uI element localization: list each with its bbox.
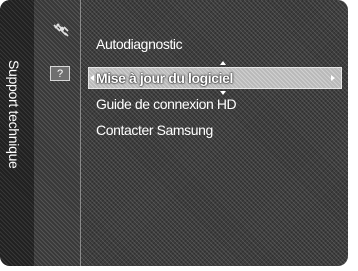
menu-list: Autodiagnostic Mise à jour du logiciel G… bbox=[88, 0, 346, 266]
menu-item-autodiagnostic[interactable]: Autodiagnostic bbox=[96, 36, 183, 52]
sidebar: Support technique bbox=[0, 0, 34, 266]
chevron-up-icon bbox=[220, 61, 226, 65]
icon-column: ? bbox=[34, 0, 81, 266]
chevron-left-icon bbox=[90, 75, 94, 81]
menu-item-hd-connection-guide[interactable]: Guide de connexion HD bbox=[96, 96, 237, 112]
menu-item-software-update[interactable]: Mise à jour du logiciel bbox=[88, 67, 342, 89]
chevron-down-icon bbox=[220, 91, 226, 95]
satellite-icon bbox=[53, 23, 69, 37]
sidebar-title: Support technique bbox=[6, 60, 22, 169]
chevron-right-icon bbox=[331, 75, 335, 81]
tv-menu-screen: Support technique ? Autodiagnostic Mise … bbox=[0, 0, 348, 266]
help-icon[interactable]: ? bbox=[50, 66, 70, 81]
menu-item-contact-samsung[interactable]: Contacter Samsung bbox=[96, 122, 213, 138]
menu-item-label: Mise à jour du logiciel bbox=[96, 70, 234, 86]
